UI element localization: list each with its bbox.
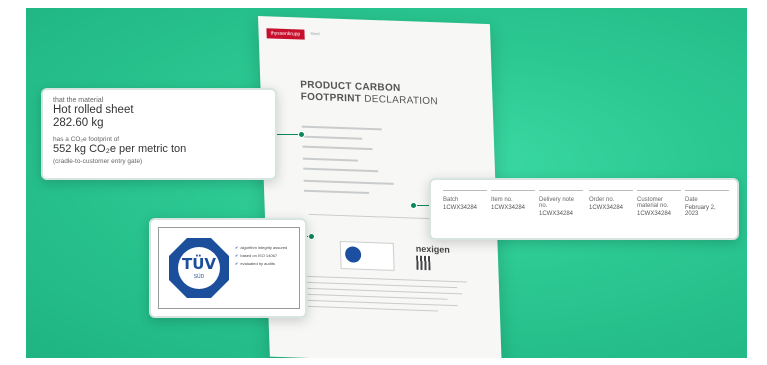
material-label: that the material	[53, 97, 104, 104]
material-name: Hot rolled sheet	[53, 104, 134, 116]
nexigen-logo: nexigen	[415, 243, 451, 255]
certificate-frame: TÜV SÜD ✔ algorithm integrity assured ✔ ba…	[158, 227, 300, 309]
doc-fine-print	[306, 275, 467, 283]
connector-dot	[410, 202, 417, 209]
doc-fine-print	[308, 305, 438, 312]
item-no-column: Item no. 1CWX34284	[491, 190, 535, 211]
footprint-label: has a CO₂e footprint of	[53, 136, 120, 143]
doc-fine-print	[307, 281, 458, 289]
brand-subtitle: Steel	[310, 30, 320, 37]
doc-certificate-badge	[339, 240, 395, 271]
footprint-scope: (cradle-to-customer entry gate)	[53, 158, 143, 165]
material-weight: 282.60 kg	[53, 117, 104, 129]
hero-background: thyssenkrupp Steel PRODUCT CARBON FOOTPR…	[26, 8, 747, 358]
shipment-details-callout: Batch 1CWX34284 Item no. 1CWX34284 Deliver…	[429, 178, 739, 240]
material-footprint-callout: that the material Hot rolled sheet 282.6…	[41, 88, 277, 180]
batch-column: Batch 1CWX34284	[443, 190, 487, 211]
doc-text-line	[302, 145, 373, 151]
customer-material-column: Customer material no. 1CWX34284	[637, 190, 681, 217]
doc-fine-print	[307, 293, 448, 300]
footprint-value: 552 kg CO₂e per metric ton	[53, 143, 187, 155]
certificate-checklist: ✔ algorithm integrity assured ✔ based on I…	[235, 245, 288, 266]
doc-fine-print	[307, 299, 458, 307]
doc-text-line	[301, 125, 382, 131]
date-column: Date February 2, 2023	[685, 190, 729, 217]
order-no-column: Order no. 1CWX34284	[589, 190, 633, 211]
connector-dot	[308, 233, 315, 240]
doc-text-line	[303, 189, 370, 194]
tuv-sud-logo-icon: TÜV SÜD	[169, 238, 229, 298]
doc-text-line	[302, 135, 363, 140]
certification-callout: TÜV SÜD ✔ algorithm integrity assured ✔ ba…	[149, 218, 307, 318]
document-title: PRODUCT CARBON FOOTPRINT DECLARATION	[300, 79, 439, 108]
connector-dot	[298, 131, 305, 138]
doc-text-line	[303, 179, 394, 185]
doc-text-line	[303, 167, 379, 173]
brand-logo: thyssenkrupp	[266, 28, 305, 40]
doc-fine-print	[307, 287, 463, 295]
delivery-note-column: Delivery note no. 1CWX34284	[539, 190, 583, 217]
doc-text-line	[302, 157, 358, 162]
qr-code-icon	[416, 255, 431, 271]
